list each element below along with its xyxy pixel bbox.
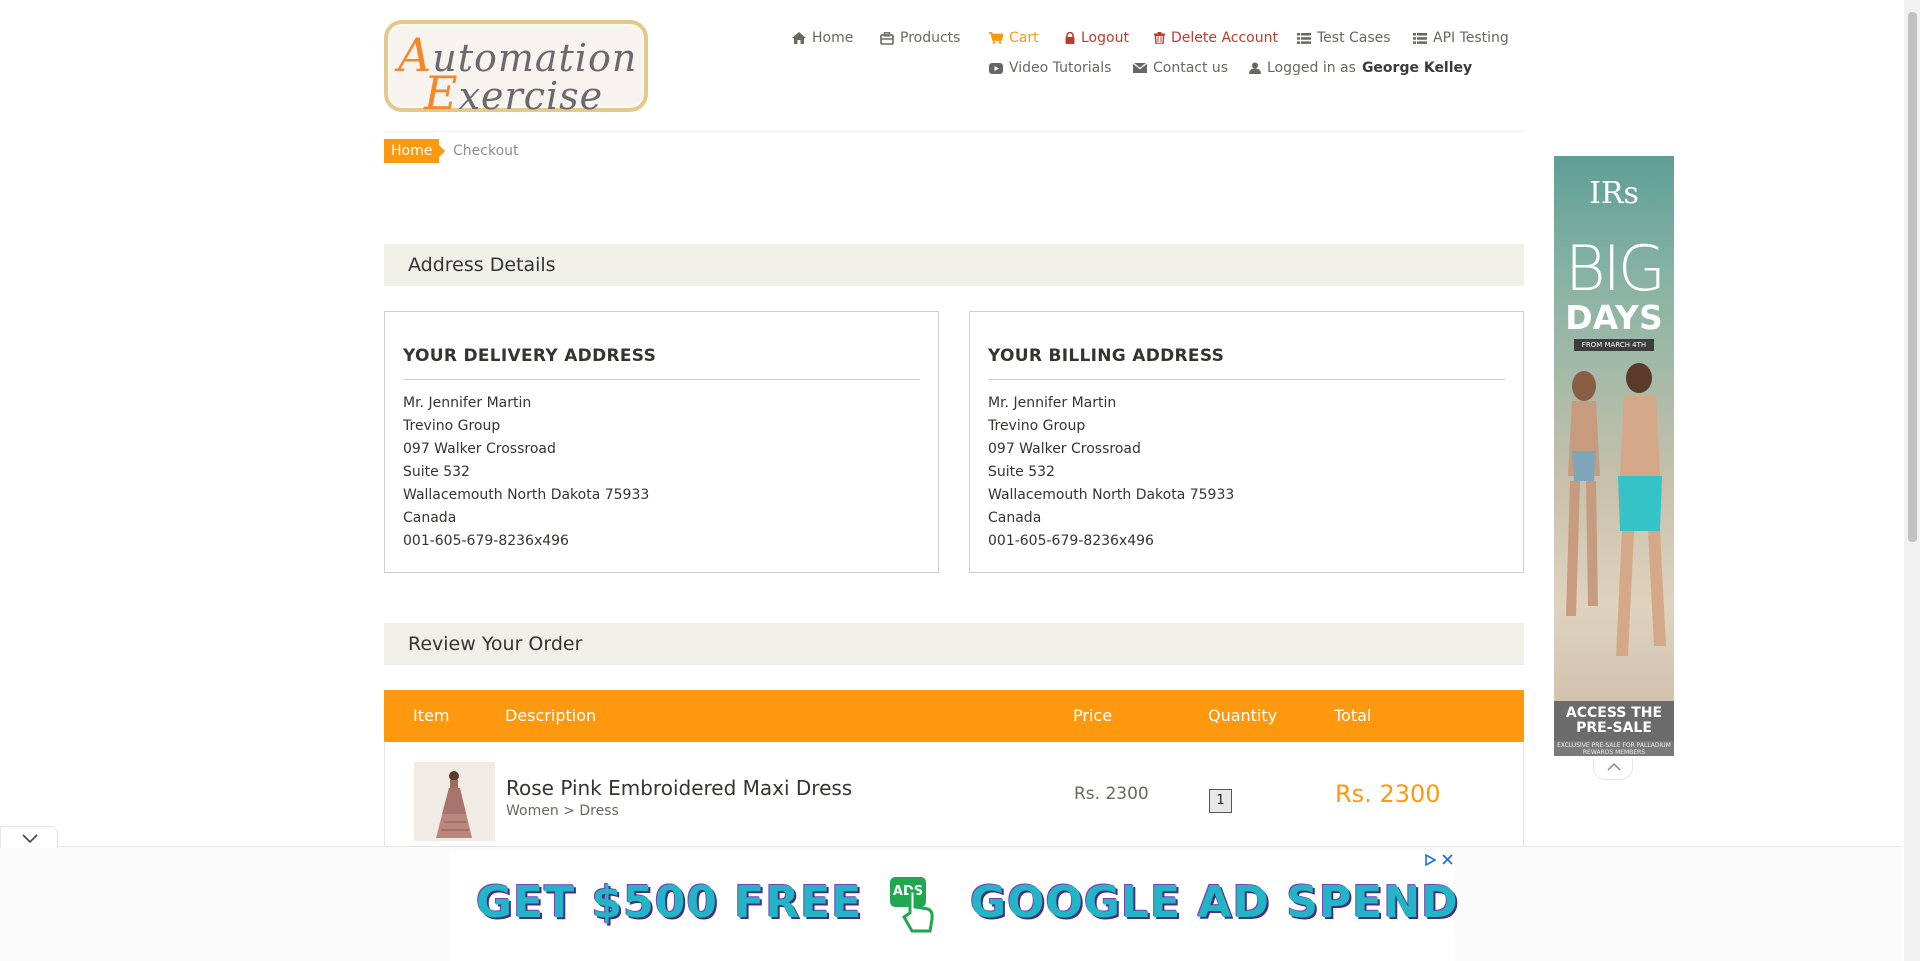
nav-test-cases-link[interactable]: Test Cases bbox=[1297, 30, 1391, 46]
table-row: Rose Pink Embroidered Maxi Dress Women >… bbox=[384, 742, 1524, 852]
nav-api-testing-label: API Testing bbox=[1433, 30, 1509, 46]
site-logo[interactable]: Automation Exercise bbox=[384, 20, 648, 120]
delivery-country: Canada bbox=[403, 510, 457, 526]
nav-contact-us-link[interactable]: Contact us bbox=[1133, 60, 1228, 76]
ad-choices bbox=[1424, 854, 1453, 866]
chevron-up-icon bbox=[1607, 762, 1621, 771]
cart-icon bbox=[989, 32, 1003, 44]
ad-big: BIG bbox=[1565, 232, 1666, 305]
ad-photo bbox=[1566, 363, 1666, 656]
billing-country: Canada bbox=[988, 510, 1042, 526]
breadcrumb-current: Checkout bbox=[453, 143, 519, 159]
billing-address-title: YOUR BILLING ADDRESS bbox=[988, 346, 1225, 366]
lock-icon bbox=[1065, 32, 1075, 44]
nav-video-tutorials-link[interactable]: Video Tutorials bbox=[989, 60, 1111, 76]
product-image[interactable] bbox=[414, 762, 495, 841]
list-icon bbox=[1297, 32, 1311, 44]
delivery-phone: 001-605-679-8236x496 bbox=[403, 533, 569, 549]
nav-products-label: Products bbox=[900, 30, 961, 46]
divider bbox=[403, 379, 920, 380]
billing-address1: 097 Walker Crossroad bbox=[988, 441, 1141, 457]
pointer-hand-icon bbox=[902, 889, 934, 933]
list-icon bbox=[1413, 32, 1427, 44]
nav-home-link[interactable]: Home bbox=[792, 30, 853, 46]
product-price: Rs. 2300 bbox=[1074, 784, 1149, 804]
review-order-heading: Review Your Order bbox=[384, 623, 1524, 665]
home-icon bbox=[792, 32, 806, 44]
billing-phone: 001-605-679-8236x496 bbox=[988, 533, 1154, 549]
product-name-link[interactable]: Rose Pink Embroidered Maxi Dress bbox=[506, 776, 852, 800]
delivery-address2: Suite 532 bbox=[403, 464, 470, 480]
products-icon bbox=[880, 31, 894, 45]
close-icon[interactable] bbox=[1442, 854, 1453, 865]
billing-city-state-zip: Wallacemouth North Dakota 75933 bbox=[988, 487, 1235, 503]
logo-line-2: Exercise bbox=[424, 66, 604, 120]
delivery-address1: 097 Walker Crossroad bbox=[403, 441, 556, 457]
ad-brand: IRs bbox=[1589, 176, 1639, 211]
ad-from-date: FROM MARCH 4TH bbox=[1574, 339, 1654, 351]
nav-products-link[interactable]: Products bbox=[880, 30, 960, 46]
side-advertisement[interactable]: IRs BIG DAYS FROM MARCH 4TH ACCESS THE P… bbox=[1554, 156, 1674, 756]
nav-test-cases-label: Test Cases bbox=[1317, 30, 1391, 46]
ad-text-right: GOOGLE AD SPEND bbox=[970, 877, 1459, 928]
address-details-heading: Address Details bbox=[384, 244, 1524, 286]
column-total: Total bbox=[1334, 706, 1372, 725]
product-category: Women > Dress bbox=[506, 803, 619, 819]
delivery-name: Mr. Jennifer Martin bbox=[403, 395, 532, 411]
delivery-address-box: YOUR DELIVERY ADDRESS Mr. Jennifer Marti… bbox=[384, 311, 939, 573]
column-price: Price bbox=[1073, 706, 1113, 725]
nav-cart-label: Cart bbox=[1009, 30, 1039, 46]
billing-address-box: YOUR BILLING ADDRESS Mr. Jennifer Martin… bbox=[969, 311, 1524, 573]
scrollbar-thumb[interactable] bbox=[1908, 12, 1917, 542]
product-total: Rs. 2300 bbox=[1335, 780, 1441, 808]
logged-in-username: George Kelley bbox=[1361, 60, 1473, 76]
divider bbox=[988, 379, 1505, 380]
ad-cta-button[interactable]: ACCESS THE PRE-SALE bbox=[1554, 701, 1674, 741]
delivery-company: Trevino Group bbox=[403, 418, 501, 434]
trash-icon bbox=[1154, 32, 1165, 44]
billing-company: Trevino Group bbox=[988, 418, 1086, 434]
column-item: Item bbox=[413, 706, 450, 725]
column-quantity: Quantity bbox=[1208, 706, 1278, 725]
ad-days: DAYS bbox=[1565, 298, 1663, 337]
logged-in-status: Logged in as George Kelley bbox=[1249, 60, 1472, 76]
chevron-down-icon bbox=[22, 834, 38, 843]
ad-text-left: GET $500 FREE bbox=[476, 877, 863, 928]
user-icon bbox=[1249, 62, 1261, 74]
logged-in-prefix: Logged in as bbox=[1267, 60, 1356, 76]
billing-name: Mr. Jennifer Martin bbox=[988, 395, 1117, 411]
adchoices-icon[interactable] bbox=[1424, 854, 1436, 866]
nav-delete-account-label: Delete Account bbox=[1171, 30, 1278, 46]
nav-api-testing-link[interactable]: API Testing bbox=[1413, 30, 1509, 46]
delivery-city-state-zip: Wallacemouth North Dakota 75933 bbox=[403, 487, 650, 503]
envelope-icon bbox=[1133, 63, 1147, 73]
delivery-address-title: YOUR DELIVERY ADDRESS bbox=[403, 346, 657, 366]
youtube-play-icon bbox=[989, 62, 1003, 74]
product-quantity: 1 bbox=[1209, 789, 1232, 813]
column-description: Description bbox=[505, 706, 597, 725]
nav-logout-label: Logout bbox=[1081, 30, 1129, 46]
nav-home-label: Home bbox=[812, 30, 854, 46]
breadcrumb-home-link[interactable]: Home bbox=[384, 139, 446, 163]
order-table-header: Item Description Price Quantity Total bbox=[384, 690, 1524, 742]
ad-fine-print: EXCLUSIVE PRE-SALE FOR PALLADIUM REWARDS… bbox=[1554, 741, 1674, 756]
bottom-ad-toggle[interactable] bbox=[0, 826, 58, 848]
nav-cart-link[interactable]: Cart bbox=[989, 30, 1039, 46]
nav-contact-us-label: Contact us bbox=[1153, 60, 1229, 76]
billing-address2: Suite 532 bbox=[988, 464, 1055, 480]
header-divider bbox=[384, 131, 1524, 132]
nav-logout-link[interactable]: Logout bbox=[1065, 30, 1129, 46]
nav-video-tutorials-label: Video Tutorials bbox=[1009, 60, 1112, 76]
bottom-advertisement[interactable]: GET $500 FREE ADS GOOGLE AD SPEND bbox=[450, 851, 1458, 961]
nav-delete-account-link[interactable]: Delete Account bbox=[1154, 30, 1278, 46]
side-ad-collapse-button[interactable] bbox=[1593, 758, 1633, 780]
